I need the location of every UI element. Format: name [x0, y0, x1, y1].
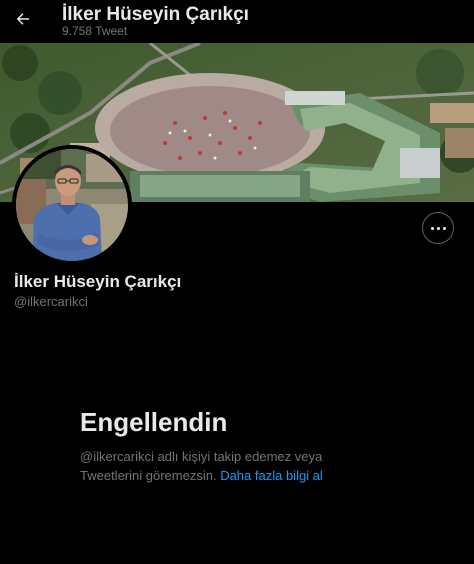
learn-more-link[interactable]: Daha fazla bilgi al — [220, 468, 323, 483]
avatar-photo — [16, 149, 128, 261]
blocked-message: @ilkercarikci adlı kişiyi takip edemez v… — [80, 447, 380, 485]
arrow-left-icon — [16, 13, 29, 25]
back-button[interactable] — [10, 6, 36, 32]
more-horizontal-icon — [429, 226, 447, 230]
header-title: İlker Hüseyin Çarıkçı — [62, 4, 249, 25]
more-options-button[interactable] — [422, 212, 454, 244]
profile-name: İlker Hüseyin Çarıkçı — [14, 272, 182, 291]
tweet-count: 9.758 Tweet — [62, 24, 128, 38]
top-header: İlker Hüseyin Çarıkçı 9.758 Tweet — [0, 0, 474, 42]
profile-handle: @ilkercarikci — [14, 294, 88, 309]
avatar[interactable] — [12, 145, 132, 265]
blocked-title: Engellendin — [80, 407, 228, 437]
